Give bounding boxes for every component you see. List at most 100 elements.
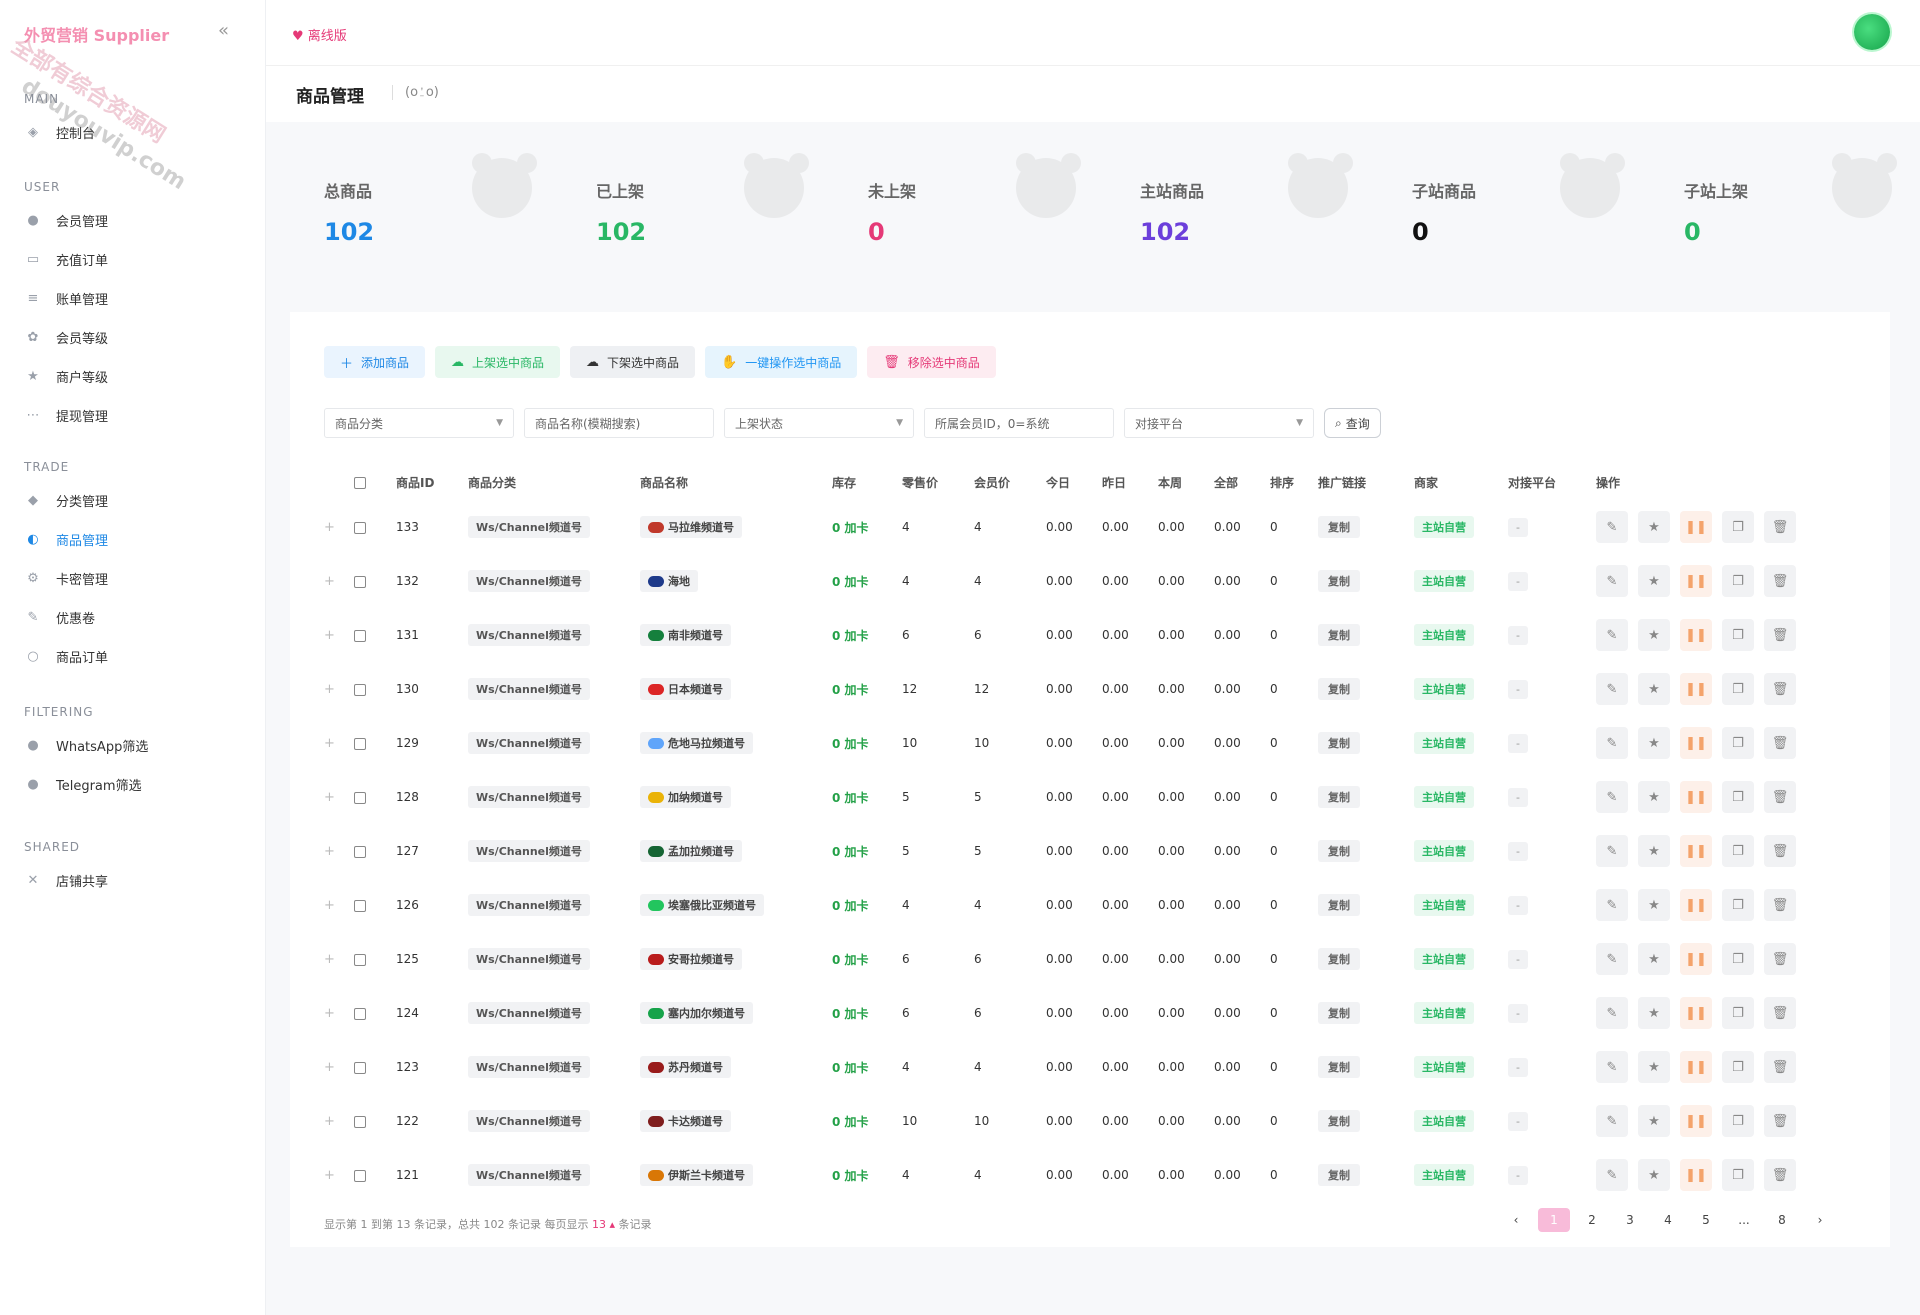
select-all-checkbox[interactable]	[354, 476, 366, 489]
delete-icon[interactable]: 🗑	[1764, 619, 1796, 651]
pause-icon[interactable]: ❚❚	[1680, 997, 1712, 1029]
copy-icon[interactable]: ❐	[1722, 997, 1754, 1029]
unlist-selected-button[interactable]: ☁ 下架选中商品	[570, 346, 696, 378]
stock-value[interactable]: 0 加卡	[832, 1148, 902, 1202]
star-icon[interactable]: ★	[1638, 619, 1670, 651]
stock-value[interactable]: 0 加卡	[832, 824, 902, 878]
expand-row-icon[interactable]: +	[324, 1114, 335, 1129]
member-id-input[interactable]: 所属会员ID，0=系统	[924, 408, 1114, 438]
name-search-input[interactable]: 商品名称(模糊搜索)	[524, 408, 714, 438]
copy-icon[interactable]: ❐	[1722, 1159, 1754, 1191]
row-checkbox[interactable]	[354, 629, 366, 642]
row-checkbox[interactable]	[354, 1061, 366, 1074]
page-button[interactable]: 5	[1690, 1208, 1722, 1232]
copy-link-button[interactable]: 复制	[1318, 948, 1360, 970]
star-icon[interactable]: ★	[1638, 889, 1670, 921]
star-icon[interactable]: ★	[1638, 727, 1670, 759]
status-select[interactable]: 上架状态 ▼	[724, 408, 914, 438]
sidebar-item-user[interactable]: ● 会员管理	[24, 206, 244, 234]
pause-icon[interactable]: ❚❚	[1680, 1105, 1712, 1137]
delete-icon[interactable]: 🗑	[1764, 889, 1796, 921]
row-checkbox[interactable]	[354, 521, 366, 534]
copy-icon[interactable]: ❐	[1722, 781, 1754, 813]
goods-name-tag[interactable]: 苏丹频道号	[640, 1056, 731, 1078]
edit-icon[interactable]: ✎	[1596, 673, 1628, 705]
edit-icon[interactable]: ✎	[1596, 943, 1628, 975]
star-icon[interactable]: ★	[1638, 511, 1670, 543]
expand-row-icon[interactable]: +	[324, 682, 335, 697]
goods-name-tag[interactable]: 安哥拉频道号	[640, 948, 742, 970]
copy-link-button[interactable]: 复制	[1318, 678, 1360, 700]
expand-row-icon[interactable]: +	[324, 844, 335, 859]
copy-link-button[interactable]: 复制	[1318, 570, 1360, 592]
star-icon[interactable]: ★	[1638, 943, 1670, 975]
stock-value[interactable]: 0 加卡	[832, 1040, 902, 1094]
copy-link-button[interactable]: 复制	[1318, 894, 1360, 916]
pause-icon[interactable]: ❚❚	[1680, 1051, 1712, 1083]
edit-icon[interactable]: ✎	[1596, 1051, 1628, 1083]
goods-name-tag[interactable]: 日本频道号	[640, 678, 731, 700]
expand-row-icon[interactable]: +	[324, 1006, 335, 1021]
stock-value[interactable]: 0 加卡	[832, 770, 902, 824]
sidebar-item-telegram[interactable]: ● Telegram筛选	[24, 770, 244, 798]
star-icon[interactable]: ★	[1638, 835, 1670, 867]
page-button[interactable]: 2	[1576, 1208, 1608, 1232]
delete-icon[interactable]: 🗑	[1764, 511, 1796, 543]
expand-row-icon[interactable]: +	[324, 1168, 335, 1183]
delete-icon[interactable]: 🗑	[1764, 727, 1796, 759]
expand-row-icon[interactable]: +	[324, 898, 335, 913]
copy-icon[interactable]: ❐	[1722, 619, 1754, 651]
pause-icon[interactable]: ❚❚	[1680, 673, 1712, 705]
sidebar-item-key[interactable]: ⚙ 卡密管理	[24, 564, 244, 592]
sidebar-item-category[interactable]: ◆ 分类管理	[24, 486, 244, 514]
stock-value[interactable]: 0 加卡	[832, 878, 902, 932]
sidebar-item-whatsapp[interactable]: ● WhatsApp筛选	[24, 731, 244, 759]
edit-icon[interactable]: ✎	[1596, 889, 1628, 921]
copy-icon[interactable]: ❐	[1722, 565, 1754, 597]
goods-name-tag[interactable]: 危地马拉频道号	[640, 732, 753, 754]
copy-link-button[interactable]: 复制	[1318, 516, 1360, 538]
goods-name-tag[interactable]: 塞内加尔频道号	[640, 1002, 753, 1024]
sidebar-item-dashboard[interactable]: ◈ 控制台	[24, 118, 244, 146]
copy-link-button[interactable]: 复制	[1318, 732, 1360, 754]
delete-icon[interactable]: 🗑	[1764, 835, 1796, 867]
row-checkbox[interactable]	[354, 575, 366, 588]
edit-icon[interactable]: ✎	[1596, 997, 1628, 1029]
prev-page-button[interactable]: ‹	[1500, 1208, 1532, 1232]
goods-name-tag[interactable]: 马拉维频道号	[640, 516, 742, 538]
goods-name-tag[interactable]: 伊斯兰卡频道号	[640, 1164, 753, 1186]
goods-name-tag[interactable]: 海地	[640, 570, 698, 592]
copy-icon[interactable]: ❐	[1722, 511, 1754, 543]
expand-row-icon[interactable]: +	[324, 520, 335, 535]
sidebar-item-bill[interactable]: ≡ 账单管理	[24, 284, 244, 312]
collapse-sidebar-icon[interactable]: «	[218, 20, 229, 41]
pause-icon[interactable]: ❚❚	[1680, 511, 1712, 543]
row-checkbox[interactable]	[354, 845, 366, 858]
edit-icon[interactable]: ✎	[1596, 511, 1628, 543]
goods-name-tag[interactable]: 南非频道号	[640, 624, 731, 646]
sidebar-item-share[interactable]: ✕ 店铺共享	[24, 866, 244, 894]
page-button[interactable]: ...	[1728, 1208, 1760, 1232]
pause-icon[interactable]: ❚❚	[1680, 781, 1712, 813]
sidebar-item-coupon[interactable]: ✎ 优惠卷	[24, 603, 244, 631]
edit-icon[interactable]: ✎	[1596, 835, 1628, 867]
avatar[interactable]	[1854, 14, 1890, 50]
stock-value[interactable]: 0 加卡	[832, 662, 902, 716]
pause-icon[interactable]: ❚❚	[1680, 619, 1712, 651]
expand-row-icon[interactable]: +	[324, 1060, 335, 1075]
page-button[interactable]: 4	[1652, 1208, 1684, 1232]
delete-icon[interactable]: 🗑	[1764, 943, 1796, 975]
stock-value[interactable]: 0 加卡	[832, 986, 902, 1040]
copy-link-button[interactable]: 复制	[1318, 1164, 1360, 1186]
row-checkbox[interactable]	[354, 1007, 366, 1020]
sidebar-item-card[interactable]: ▭ 充值订单	[24, 245, 244, 273]
delete-icon[interactable]: 🗑	[1764, 781, 1796, 813]
add-goods-button[interactable]: ＋ 添加商品	[324, 346, 426, 378]
pause-icon[interactable]: ❚❚	[1680, 565, 1712, 597]
star-icon[interactable]: ★	[1638, 997, 1670, 1029]
copy-link-button[interactable]: 复制	[1318, 840, 1360, 862]
star-icon[interactable]: ★	[1638, 1159, 1670, 1191]
query-button[interactable]: ⌕ 查询	[1324, 408, 1381, 438]
page-button[interactable]: 3	[1614, 1208, 1646, 1232]
page-size-select[interactable]: 13 ▴	[592, 1218, 615, 1231]
